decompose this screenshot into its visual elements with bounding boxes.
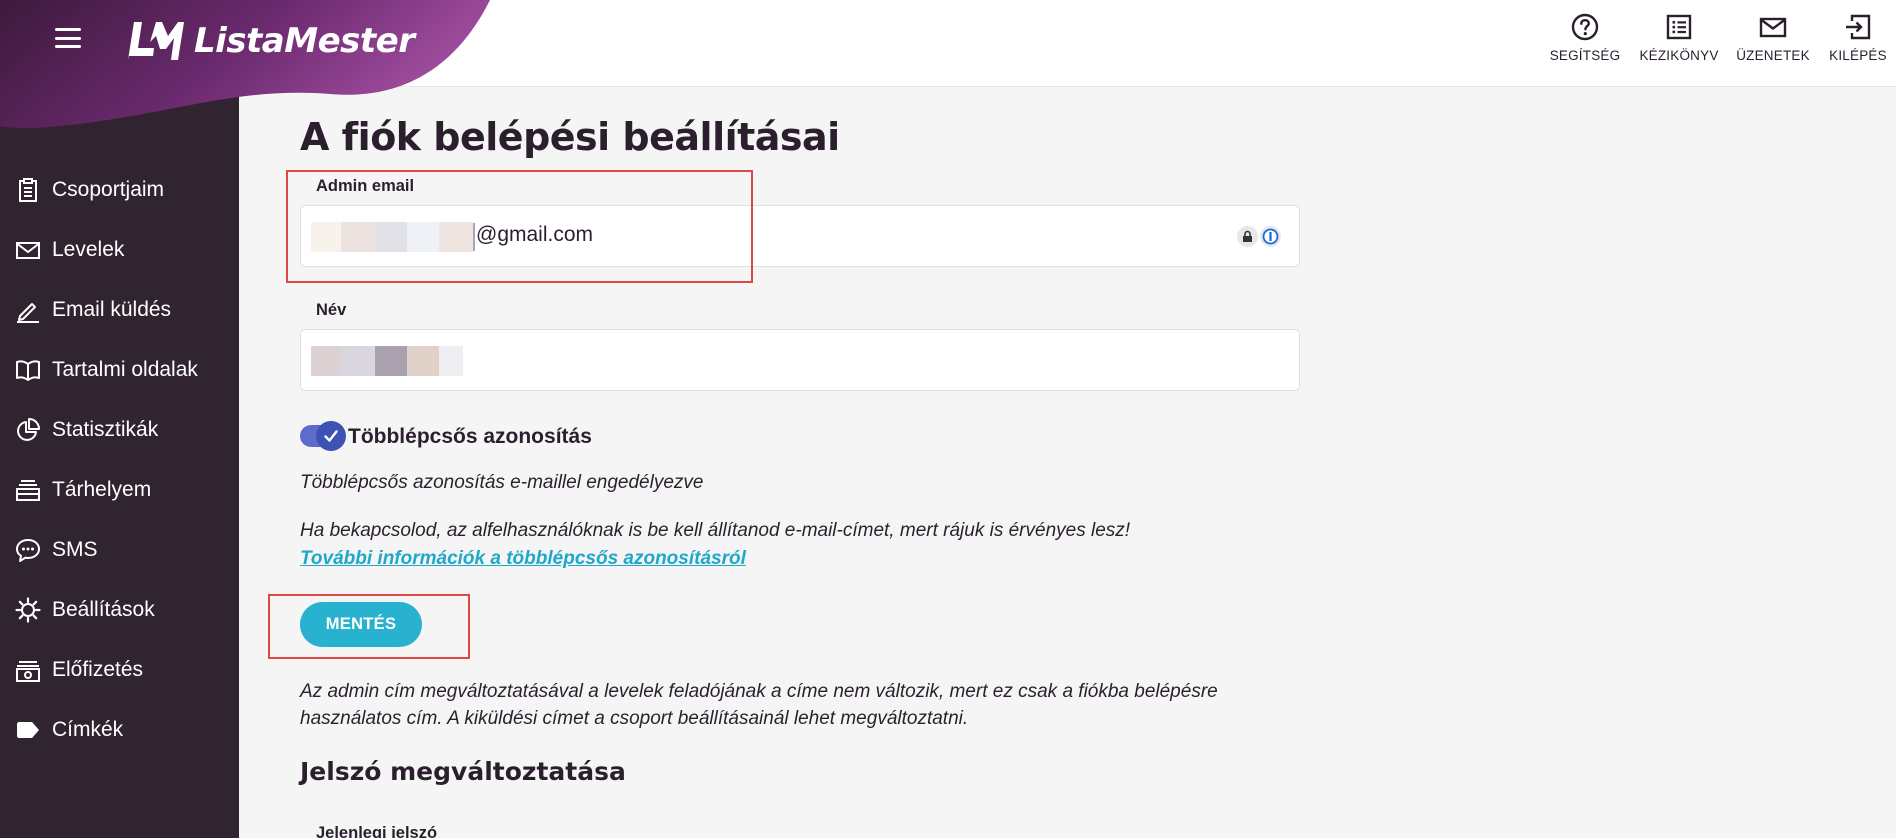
redacted-text [341, 222, 375, 252]
sidebar-item-label: Levelek [52, 238, 125, 261]
redacted-text [311, 346, 341, 376]
header-actions: SEGÍTSÉG KÉZIKÖNYV ÜZENETEK KILÉPÉS [1538, 12, 1896, 63]
checkmark-icon [324, 430, 338, 442]
sidebar-item-label: SMS [52, 538, 98, 561]
list-icon [1666, 14, 1692, 40]
redacted-text [341, 346, 375, 376]
name-input[interactable] [300, 329, 1300, 391]
logo-mark-icon [128, 22, 184, 60]
hamburger-line [55, 28, 81, 31]
lock-icon[interactable] [1237, 226, 1258, 247]
toggle-knob [316, 421, 346, 451]
logout-icon [1846, 14, 1871, 40]
sidebar-item-content-pages[interactable]: Tartalmi oldalak [0, 340, 239, 400]
clipboard-icon [19, 178, 37, 202]
admin-email-label: Admin email [316, 177, 415, 195]
redacted-text [439, 346, 463, 376]
app-logo[interactable]: ListaMester [124, 18, 415, 64]
redacted-text [439, 222, 473, 252]
sidebar-item-label: Tartalmi oldalak [52, 358, 198, 381]
messages-label: ÜZENETEK [1736, 48, 1810, 63]
admin-email-note: Az admin cím megváltoztatásával a levele… [300, 681, 1218, 729]
gear-icon [15, 597, 41, 623]
mfa-info-link[interactable]: További információk a többlépcsős azonos… [300, 548, 746, 570]
money-icon [16, 661, 40, 682]
password-manager-icon[interactable] [1260, 226, 1281, 247]
sidebar-item-storage[interactable]: Tárhelyem [0, 460, 239, 520]
sidebar-item-subscription[interactable]: Előfizetés [0, 640, 239, 700]
envelope-icon [16, 242, 40, 259]
tag-icon [17, 722, 39, 738]
password-section-title: Jelszó megváltoztatása [300, 757, 626, 786]
logout-button[interactable]: KILÉPÉS [1820, 12, 1896, 63]
sidebar-item-statistics[interactable]: Statisztikák [0, 400, 239, 460]
admin-email-value: @gmail.com [476, 223, 594, 246]
mfa-label: Többlépcsős azonosítás [348, 425, 592, 448]
logout-label: KILÉPÉS [1829, 48, 1887, 63]
save-button[interactable]: MENTÉS [300, 602, 422, 647]
password-manager-icons[interactable] [1237, 226, 1281, 247]
current-password-label: Jelenlegi jelszó [316, 824, 438, 838]
menu-toggle-button[interactable] [52, 24, 84, 52]
manual-button[interactable]: KÉZIKÖNYV [1632, 12, 1726, 63]
sidebar-item-letters[interactable]: Levelek [0, 220, 239, 280]
manual-label: KÉZIKÖNYV [1639, 48, 1719, 63]
mfa-warning-text: Ha bekapcsolod, az alfelhasználóknak is … [300, 520, 1131, 541]
sidebar-item-label: Statisztikák [52, 418, 159, 441]
redacted-text [407, 222, 439, 252]
pen-icon [17, 303, 39, 323]
hamburger-line [55, 36, 81, 40]
redacted-text [375, 222, 407, 252]
sidebar-item-label: Előfizetés [52, 658, 144, 681]
mail-icon [1759, 17, 1787, 38]
help-label: SEGÍTSÉG [1549, 48, 1621, 63]
sidebar-nav: Csoportjaim Levelek Email küldés Tartalm… [0, 160, 239, 760]
redacted-text [311, 222, 341, 252]
redacted-text [407, 346, 439, 376]
sidebar-item-groups[interactable]: Csoportjaim [0, 160, 239, 220]
chat-bubble-icon [16, 539, 40, 562]
mfa-status-text: Többlépcsős azonosítás e-maillel engedél… [300, 472, 704, 493]
sidebar-item-label: Beállítások [52, 598, 155, 621]
storage-icon [16, 480, 40, 501]
text-caret [473, 223, 475, 251]
admin-email-input[interactable]: @gmail.com [300, 205, 1300, 267]
hamburger-line [55, 45, 81, 48]
name-label: Név [316, 301, 347, 319]
sidebar-item-label: Csoportjaim [52, 178, 165, 201]
help-circle-icon [1571, 13, 1599, 41]
sidebar-item-send-email[interactable]: Email küldés [0, 280, 239, 340]
mfa-toggle[interactable] [300, 421, 346, 451]
redacted-text [375, 346, 407, 376]
app-name: ListaMester [194, 21, 415, 61]
sidebar-item-sms[interactable]: SMS [0, 520, 239, 580]
sidebar-item-settings[interactable]: Beállítások [0, 580, 239, 640]
messages-button[interactable]: ÜZENETEK [1726, 12, 1820, 63]
sidebar-item-label: Címkék [52, 718, 124, 741]
help-button[interactable]: SEGÍTSÉG [1538, 12, 1632, 63]
book-icon [16, 360, 40, 381]
sidebar-item-label: Tárhelyem [52, 478, 152, 501]
pie-chart-icon [17, 418, 40, 441]
sidebar-item-label: Email küldés [52, 298, 172, 321]
sidebar-item-tags[interactable]: Címkék [0, 700, 239, 760]
